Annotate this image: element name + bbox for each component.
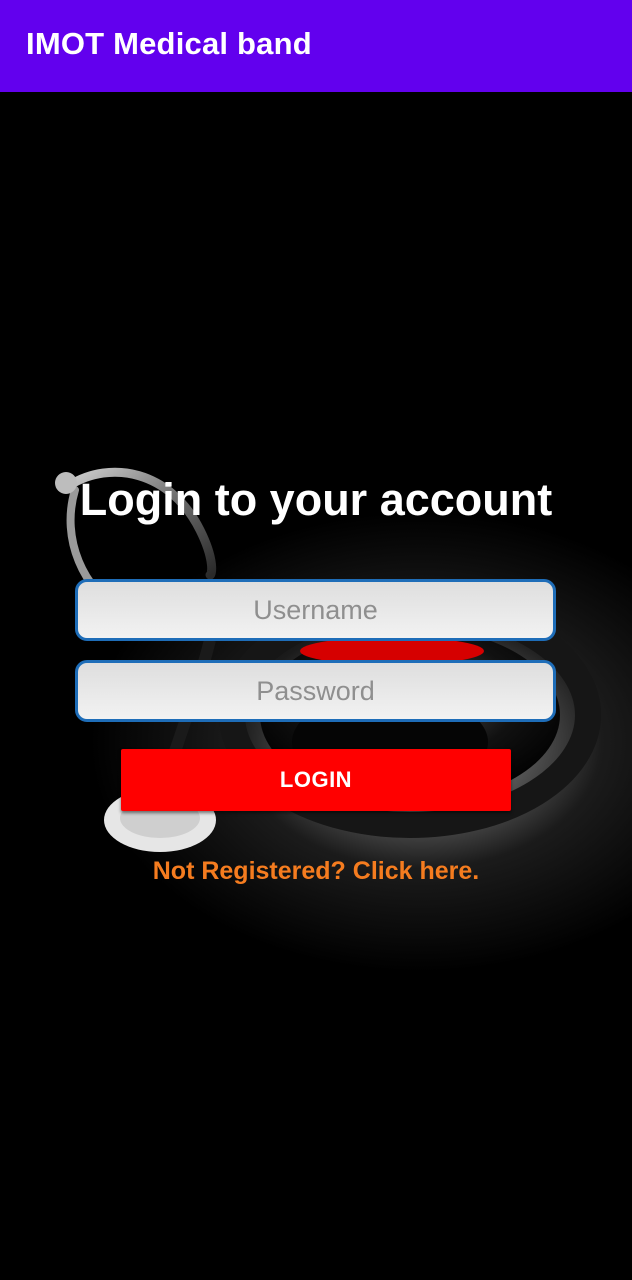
login-heading: Login to your account: [79, 474, 553, 525]
login-button[interactable]: LOGIN: [121, 749, 511, 811]
login-screen: IMOT Medical band Login to your account …: [0, 0, 632, 1280]
username-input[interactable]: [75, 579, 556, 641]
password-input[interactable]: [75, 660, 556, 722]
app-title: IMOT Medical band: [26, 26, 312, 61]
register-link[interactable]: Not Registered? Click here.: [0, 857, 632, 886]
app-bar: IMOT Medical band: [0, 0, 632, 92]
